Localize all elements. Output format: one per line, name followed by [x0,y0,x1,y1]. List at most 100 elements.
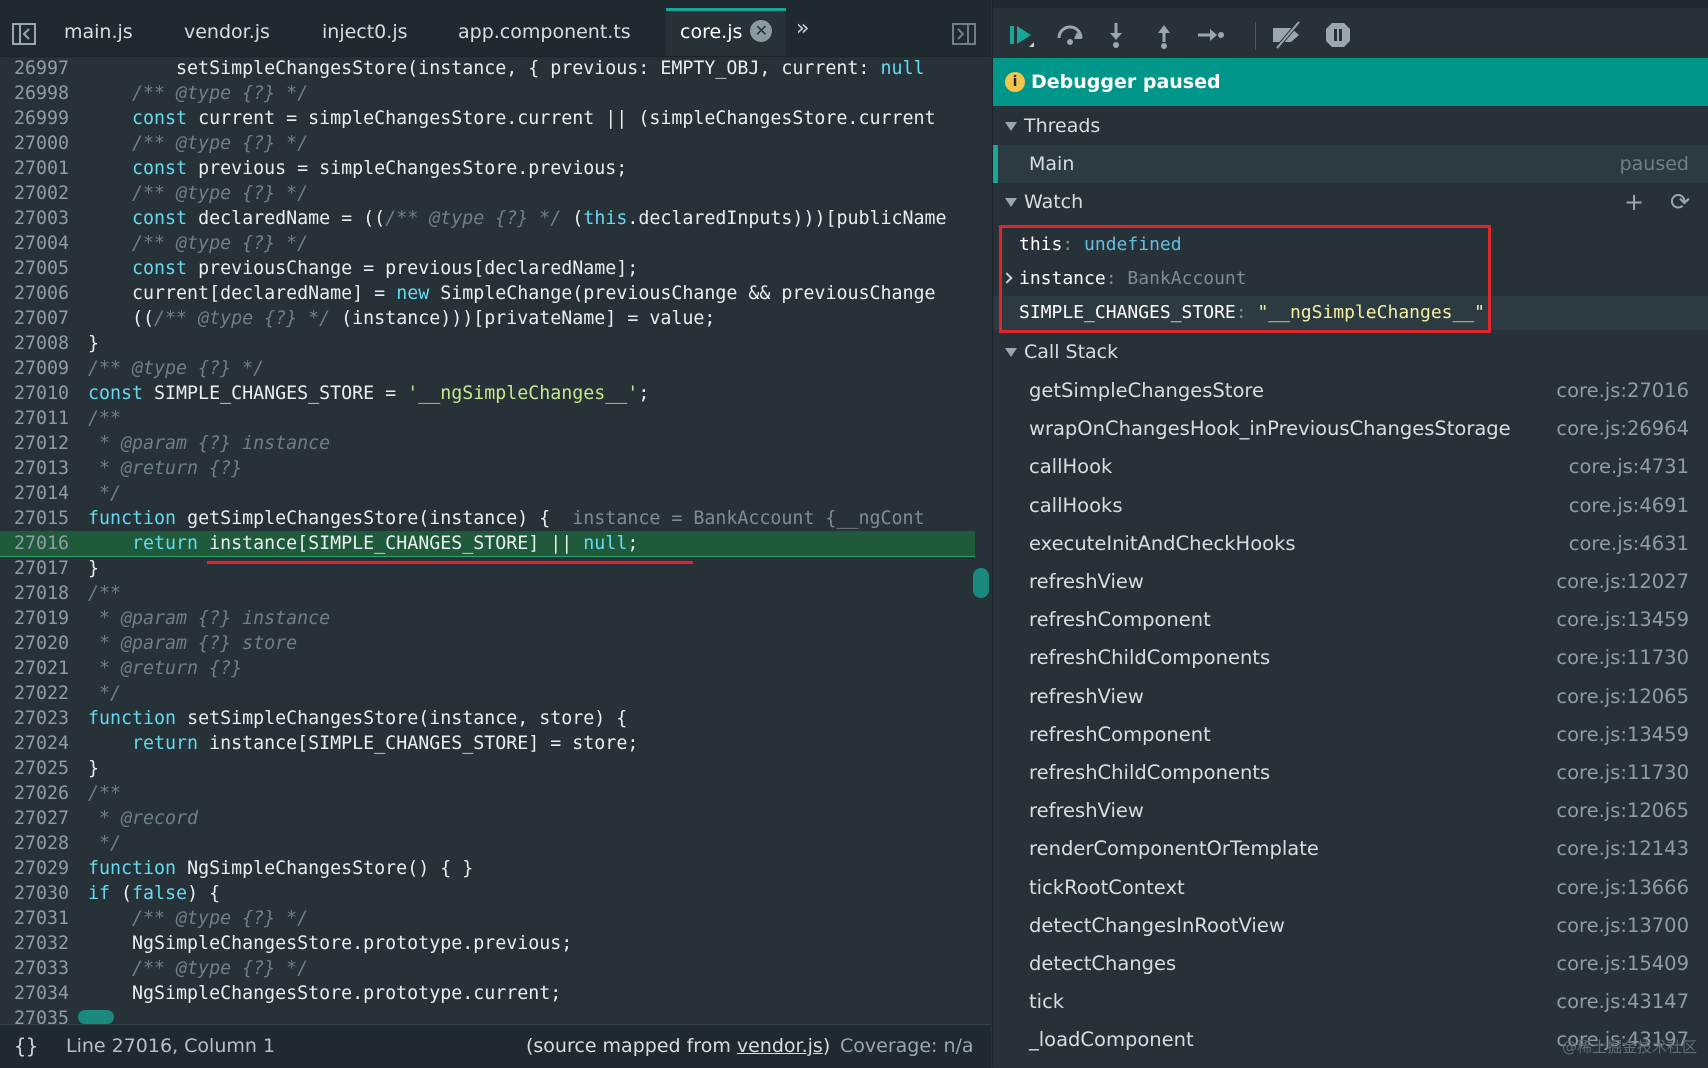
tab-inject0-js[interactable]: inject0.js [308,8,422,56]
line-number[interactable]: 27002 [14,181,76,206]
line-number[interactable]: 27012 [14,431,76,456]
add-watch-icon[interactable]: + [1623,190,1645,214]
call-stack-frame[interactable]: getSimpleChangesStore core.js:27016 [993,372,1708,410]
code-line[interactable]: 27027 * @record [0,806,975,831]
refresh-watch-icon[interactable]: ⟳ [1669,190,1691,214]
pretty-print-button[interactable]: {} [14,1025,38,1068]
call-stack-frame[interactable]: refreshChildComponents core.js:11730 [993,754,1708,792]
code-line[interactable]: 27012 * @param {?} instance [0,431,975,456]
call-stack-frame[interactable]: tickRootContext core.js:13666 [993,869,1708,907]
code-line[interactable]: 27026 /** [0,781,975,806]
code-line[interactable]: 27001 const previous = simpleChangesStor… [0,156,975,181]
line-number[interactable]: 27008 [14,331,76,356]
line-number[interactable]: 27000 [14,131,76,156]
line-number[interactable]: 27010 [14,381,76,406]
code-line[interactable]: 27031 /** @type {?} */ [0,906,975,931]
line-number[interactable]: 27001 [14,156,76,181]
line-number[interactable]: 27016 [14,531,76,556]
close-icon[interactable]: ✕ [750,19,773,42]
code-line[interactable]: 27006 current[declaredName] = new Simple… [0,281,975,306]
code-line[interactable]: 27028 */ [0,831,975,856]
line-number[interactable]: 27032 [14,931,76,956]
threads-header[interactable]: Threads [993,107,1708,145]
toggle-sidebar-icon[interactable] [950,20,978,48]
call-stack-frame[interactable]: renderComponentOrTemplate core.js:12143 [993,830,1708,868]
code-line[interactable]: 27030 if (false) { [0,881,975,906]
code-line[interactable]: 27004 /** @type {?} */ [0,231,975,256]
call-stack-frame[interactable]: executeInitAndCheckHooks core.js:4631 [993,525,1708,563]
line-number[interactable]: 26999 [14,106,76,131]
code-line[interactable]: 26997 setSimpleChangesStore(instance, { … [0,56,975,81]
call-stack-frame[interactable]: tick core.js:43147 [993,983,1708,1021]
call-stack-frame[interactable]: refreshComponent core.js:13459 [993,601,1708,639]
code-line[interactable]: 27018 /** [0,581,975,606]
pause-on-exceptions-icon[interactable] [1323,20,1353,50]
step-icon[interactable] [1195,20,1225,50]
line-number[interactable]: 27028 [14,831,76,856]
code-line[interactable]: 27010 const SIMPLE_CHANGES_STORE = '__ngS… [0,381,975,406]
code-line[interactable]: 27014 */ [0,481,975,506]
code-line[interactable]: 27009 /** @type {?} */ [0,356,975,381]
line-number[interactable]: 26998 [14,81,76,106]
resume-icon[interactable] [1007,20,1037,50]
code-line[interactable]: 27013 * @return {?} [0,456,975,481]
code-line[interactable]: 27032 NgSimpleChangesStore.prototype.pre… [0,931,975,956]
line-number[interactable]: 27005 [14,256,76,281]
line-number[interactable]: 27025 [14,756,76,781]
line-number[interactable]: 27023 [14,706,76,731]
code-line[interactable]: 27003 const declaredName = ((/** @type {… [0,206,975,231]
code-line[interactable]: 27000 /** @type {?} */ [0,131,975,156]
line-number[interactable]: 26997 [14,56,76,81]
line-number[interactable]: 27014 [14,481,76,506]
line-number[interactable]: 27015 [14,506,76,531]
toggle-navigator-icon[interactable] [8,18,40,50]
callstack-header[interactable]: Call Stack [993,333,1708,371]
horizontal-scrollbar[interactable] [78,1010,114,1024]
code-line[interactable]: 27019 * @param {?} instance [0,606,975,631]
deactivate-breakpoints-icon[interactable] [1269,20,1305,50]
step-out-icon[interactable] [1149,20,1179,50]
tab-app-component-ts[interactable]: app.component.ts [444,8,645,56]
code-editor[interactable]: 26997 setSimpleChangesStore(instance, { … [0,56,975,1024]
more-tabs-icon[interactable]: » [796,16,809,41]
code-line[interactable]: 27007 ((/** @type {?} */ (instance)))[pr… [0,306,975,331]
line-number[interactable]: 27019 [14,606,76,631]
code-line[interactable]: 27008} [0,331,975,356]
call-stack-frame[interactable]: refreshComponent core.js:13459 [993,716,1708,754]
code-line[interactable]: 27020 * @param {?} store [0,631,975,656]
line-number[interactable]: 27034 [14,981,76,1006]
line-number[interactable]: 27003 [14,206,76,231]
call-stack-frame[interactable]: callHook core.js:4731 [993,448,1708,486]
call-stack-frame[interactable]: wrapOnChangesHook_inPreviousChangesStora… [993,410,1708,448]
call-stack-frame[interactable]: detectChanges core.js:15409 [993,945,1708,983]
line-number[interactable]: 27033 [14,956,76,981]
line-number[interactable]: 27030 [14,881,76,906]
code-line[interactable]: 27017} [0,556,975,581]
line-number[interactable]: 27022 [14,681,76,706]
call-stack-frame[interactable]: refreshView core.js:12065 [993,678,1708,716]
line-number[interactable]: 27024 [14,731,76,756]
tab-vendor-js[interactable]: vendor.js [170,8,284,56]
line-number[interactable]: 27018 [14,581,76,606]
current-execution-line[interactable]: 27016 return instance[SIMPLE_CHANGES_STO… [0,531,975,557]
code-line[interactable]: 27015 function getSimpleChangesStore(inst… [0,506,975,531]
code-line[interactable]: 27034 NgSimpleChangesStore.prototype.cur… [0,981,975,1006]
code-line[interactable]: 27005 const previousChange = previous[de… [0,256,975,281]
code-line[interactable]: 27022 */ [0,681,975,706]
call-stack-frame[interactable]: refreshView core.js:12065 [993,792,1708,830]
call-stack-frame[interactable]: refreshChildComponents core.js:11730 [993,639,1708,677]
step-into-icon[interactable] [1101,20,1131,50]
tab-core-js[interactable]: core.js ✕ [666,8,787,56]
line-number[interactable]: 27013 [14,456,76,481]
line-number[interactable]: 27007 [14,306,76,331]
line-number[interactable]: 27004 [14,231,76,256]
line-number[interactable]: 27035 [14,1006,76,1024]
step-over-icon[interactable] [1055,20,1085,50]
line-number[interactable]: 27020 [14,631,76,656]
line-number[interactable]: 27026 [14,781,76,806]
code-line[interactable]: 27021 * @return {?} [0,656,975,681]
source-map-link[interactable]: vendor.js [737,1035,823,1057]
code-line[interactable]: 27033 /** @type {?} */ [0,956,975,981]
line-number[interactable]: 27021 [14,656,76,681]
code-line[interactable]: 27011 /** [0,406,975,431]
